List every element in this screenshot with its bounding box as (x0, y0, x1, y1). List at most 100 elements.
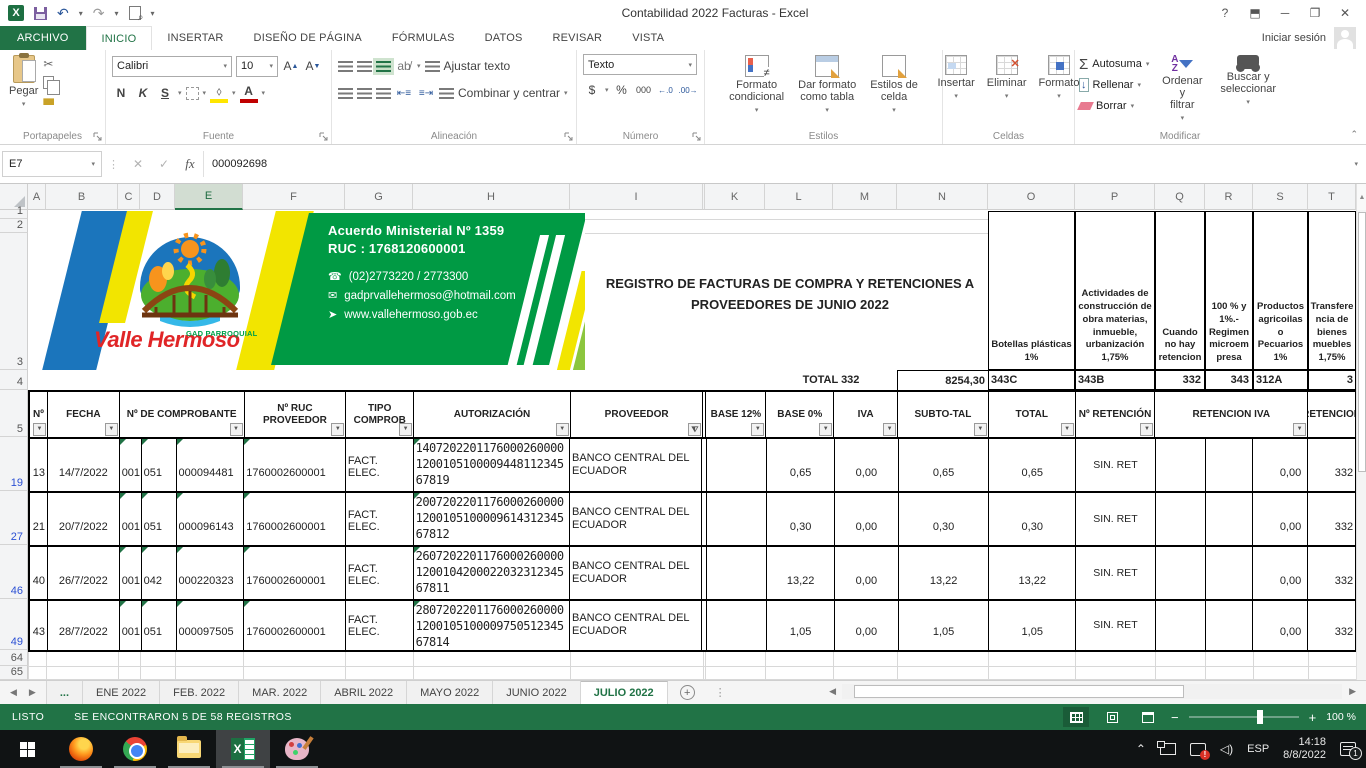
tax-header-t[interactable]: Transferencia de bienes muebles 1,75% (1308, 211, 1356, 370)
filter-dropdown-icon[interactable]: ▼ (1140, 423, 1153, 436)
column-filter-header-retencion[interactable]: RETENCION (1308, 392, 1356, 437)
sheet-tab-ene-2022[interactable]: ENE 2022 (83, 681, 160, 704)
sign-in[interactable]: Iniciar sesión (1262, 26, 1366, 50)
print-preview-icon[interactable] (129, 6, 141, 20)
cell-R46[interactable] (1206, 547, 1254, 599)
cell-O27[interactable]: 0,30 (989, 493, 1076, 545)
cell-H49[interactable]: 2807202201176000260000120010510000975051… (414, 601, 570, 650)
cell-I19[interactable]: BANCO CENTRAL DEL ECUADOR (570, 439, 702, 491)
sheet-nav-right-icon[interactable]: ▶ (29, 687, 36, 698)
row-header-19[interactable]: 19 (0, 437, 28, 491)
column-header-N[interactable]: N (897, 184, 988, 210)
filter-dropdown-icon[interactable]: ▼ (230, 423, 243, 436)
cell-O49[interactable]: 1,05 (989, 601, 1076, 650)
row-header-46[interactable]: 46 (0, 545, 28, 599)
cell-T27[interactable]: 332 (1308, 493, 1356, 545)
italic-button[interactable]: K (134, 83, 152, 103)
hscroll-right-icon[interactable]: ▶ (1349, 686, 1356, 697)
align-bottom-icon[interactable] (376, 61, 391, 72)
cell-D19[interactable]: 051 (142, 439, 177, 491)
cell-S27[interactable]: 0,00 (1253, 493, 1308, 545)
column-header-S[interactable]: S (1253, 184, 1308, 210)
sheet-tab-mar-2022[interactable]: MAR. 2022 (239, 681, 321, 704)
vertical-scroll-thumb[interactable] (1358, 212, 1366, 472)
column-header-P[interactable]: P (1075, 184, 1155, 210)
minimize-button[interactable]: ─ (1270, 2, 1300, 24)
cell-A49[interactable]: 43 (30, 601, 48, 650)
insert-cells-button[interactable]: Insertar▾ (933, 53, 980, 128)
cell-B27[interactable]: 20/7/2022 (48, 493, 120, 545)
cell-M49[interactable]: 0,00 (835, 601, 899, 650)
cell-K27[interactable] (707, 493, 767, 545)
borders-icon[interactable] (186, 87, 199, 100)
paint-icon[interactable] (270, 730, 324, 768)
cell-L19[interactable]: 0,65 (767, 439, 835, 491)
language-indicator[interactable]: ESP (1247, 743, 1269, 755)
name-box-splitter[interactable]: ⋮ (102, 158, 125, 171)
column-header-G[interactable]: G (345, 184, 413, 210)
insert-function-icon[interactable]: fx (177, 156, 203, 172)
cell-K49[interactable] (707, 601, 767, 650)
shrink-font-button[interactable]: A▼ (304, 56, 322, 76)
excel-taskbar-icon[interactable]: X (216, 730, 270, 768)
cell-styles-button[interactable]: Estilos de celda▾ (865, 53, 923, 128)
column-filter-header-tipo-comprob[interactable]: TIPO COMPROB▼ (346, 392, 414, 437)
cell-B19[interactable]: 14/7/2022 (48, 439, 120, 491)
column-filter-header-base-12-[interactable]: BASE 12%▼ (706, 392, 766, 437)
column-header-H[interactable]: H (413, 184, 570, 210)
redo-caret-icon[interactable]: ▾ (114, 9, 118, 18)
cell-D46[interactable]: 042 (142, 547, 177, 599)
dialog-launcher-icon[interactable] (564, 132, 574, 142)
tab-splitter[interactable]: ⋮ (707, 681, 734, 704)
delete-cells-button[interactable]: Eliminar▾ (982, 53, 1032, 128)
code-cell-o[interactable]: 343C (988, 370, 1075, 390)
font-size-select[interactable]: 10▾ (236, 56, 278, 77)
align-left-icon[interactable] (338, 88, 353, 99)
cell-T46[interactable]: 332 (1308, 547, 1356, 599)
cell-M27[interactable]: 0,00 (835, 493, 899, 545)
column-filter-header-retencion-iva[interactable]: RETENCION IVA▼ (1155, 392, 1308, 437)
column-filter-header-n-ruc-proveedor[interactable]: Nº RUC PROVEEDOR▼ (245, 392, 347, 437)
column-header-R[interactable]: R (1205, 184, 1253, 210)
font-color-caret-icon[interactable]: ▾ (262, 89, 266, 97)
undo-icon[interactable]: ↶ (57, 5, 69, 22)
filter-dropdown-icon[interactable]: ▼ (105, 423, 118, 436)
cell-A27[interactable]: 21 (30, 493, 48, 545)
cell-S49[interactable]: 0,00 (1253, 601, 1308, 650)
dialog-launcher-icon[interactable] (692, 132, 702, 142)
increase-indent-icon[interactable]: ≡⇥ (417, 83, 435, 103)
volume-icon[interactable]: ◁) (1220, 742, 1233, 756)
fill-color-icon[interactable]: ⬨ (210, 83, 228, 103)
tab-inicio[interactable]: INICIO (86, 26, 153, 50)
column-filter-header-subto-tal[interactable]: SUBTO-TAL▼ (898, 392, 989, 437)
filter-dropdown-icon[interactable]: ▼ (1061, 423, 1074, 436)
column-filter-header-fecha[interactable]: FECHA▼ (48, 392, 120, 437)
cell-Q46[interactable] (1156, 547, 1206, 599)
row-header-5[interactable]: 5 (0, 390, 28, 437)
code-cell-s[interactable]: 312A (1253, 370, 1308, 390)
row-header-49[interactable]: 49 (0, 599, 28, 650)
column-filter-header-total[interactable]: TOTAL▼ (989, 392, 1076, 437)
horizontal-scrollbar[interactable] (842, 684, 1342, 699)
tab-revisar[interactable]: REVISAR (538, 26, 618, 50)
cell-H46[interactable]: 2607202201176000260000120010420002203231… (414, 547, 570, 599)
row-header-1[interactable]: 1 (0, 210, 28, 219)
filter-dropdown-icon[interactable]: ▼ (556, 423, 569, 436)
filter-dropdown-icon[interactable]: ▼ (33, 423, 46, 436)
increase-decimal-icon[interactable]: ←.0 (657, 80, 675, 100)
clock[interactable]: 14:18 8/8/2022 (1283, 736, 1326, 762)
expand-formula-bar-icon[interactable]: ▾ (1354, 160, 1366, 168)
cell-Q27[interactable] (1156, 493, 1206, 545)
fill-button[interactable]: ↓Rellenar▾ (1079, 76, 1149, 94)
cell-B49[interactable]: 28/7/2022 (48, 601, 120, 650)
row-header-3[interactable]: 3 (0, 233, 28, 370)
total-value-cell[interactable]: 8254,30 (897, 370, 988, 390)
cell-L46[interactable]: 13,22 (767, 547, 835, 599)
notification-center-icon[interactable]: 1 (1340, 742, 1356, 756)
redo-icon[interactable]: ↷ (93, 5, 105, 22)
new-sheet-button[interactable]: + (668, 681, 707, 704)
scroll-up-icon[interactable]: ▲ (1357, 184, 1366, 210)
hscroll-left-icon[interactable]: ◀ (829, 686, 836, 697)
cell-S46[interactable]: 0,00 (1253, 547, 1308, 599)
code-cell-t[interactable]: 3 (1308, 370, 1356, 390)
